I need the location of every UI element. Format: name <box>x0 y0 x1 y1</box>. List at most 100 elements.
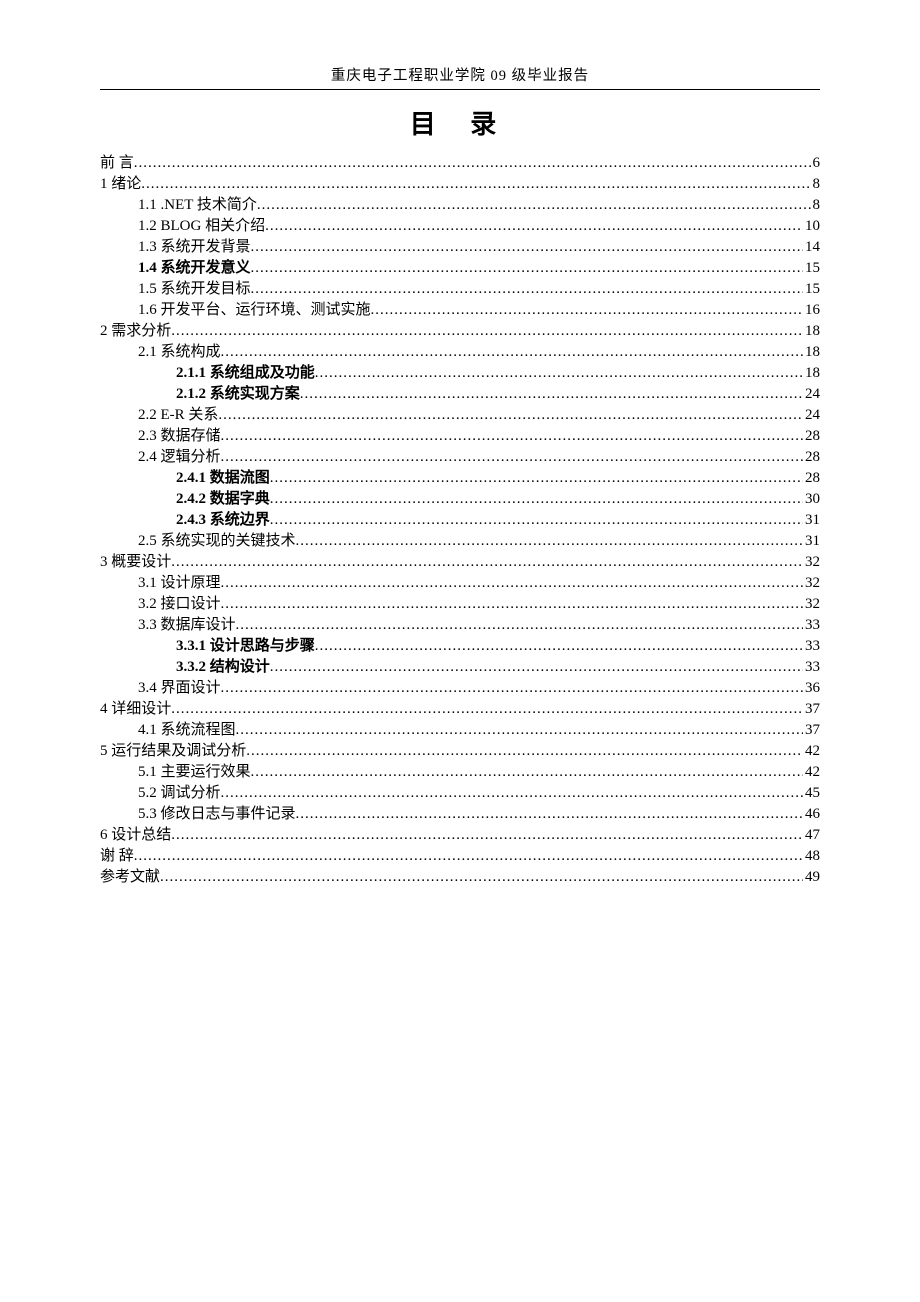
toc-entry-label: 参考文献 <box>100 867 160 888</box>
toc-entry-page: 48 <box>803 846 820 867</box>
toc-entry[interactable]: 2.4 逻辑分析28 <box>100 447 820 468</box>
toc-dots <box>300 384 803 405</box>
toc-entry-page: 42 <box>803 741 820 762</box>
toc-dots <box>221 447 803 468</box>
toc-dots <box>221 594 803 615</box>
toc-dots <box>251 258 803 279</box>
toc-dots <box>134 846 803 867</box>
toc-entry-label: 2.1.2 系统实现方案 <box>176 384 300 405</box>
toc-entry-label: 前 言 <box>100 153 134 174</box>
toc-entry[interactable]: 5 运行结果及调试分析 42 <box>100 741 820 762</box>
toc-entry-label: 6 设计总结 <box>100 825 171 846</box>
toc-entry-page: 49 <box>803 867 820 888</box>
toc-entry[interactable]: 5.3 修改日志与事件记录46 <box>100 804 820 825</box>
toc-entry-label: 1.3 系统开发背景 <box>138 237 251 258</box>
toc-dots <box>251 237 803 258</box>
toc-entry[interactable]: 2.1.2 系统实现方案 24 <box>100 384 820 405</box>
toc-entry-label: 3.3 数据库设计 <box>138 615 236 636</box>
toc-entry[interactable]: 参考文献 49 <box>100 867 820 888</box>
toc-dots <box>141 174 810 195</box>
toc-entry[interactable]: 3.2 接口设计32 <box>100 594 820 615</box>
toc-entry[interactable]: 2.5 系统实现的关键技术31 <box>100 531 820 552</box>
toc-entry-label: 1.4 系统开发意义 <box>138 258 251 279</box>
toc-dots <box>257 195 811 216</box>
toc-entry-page: 24 <box>803 384 820 405</box>
toc-entry[interactable]: 谢 辞 48 <box>100 846 820 867</box>
toc-entry-page: 30 <box>803 489 820 510</box>
toc-entry[interactable]: 1.4 系统开发意义15 <box>100 258 820 279</box>
toc-dots <box>270 510 803 531</box>
toc-entry-label: 3.4 界面设计 <box>138 678 221 699</box>
toc-entry[interactable]: 3.1 设计原理32 <box>100 573 820 594</box>
toc-entry[interactable]: 前 言 6 <box>100 153 820 174</box>
toc-entry[interactable]: 3.4 界面设计36 <box>100 678 820 699</box>
toc-entry[interactable]: 2.4.3 系统边界31 <box>100 510 820 531</box>
toc-entry[interactable]: 2.1 系统构成 18 <box>100 342 820 363</box>
toc-entry-label: 2.4.1 数据流图 <box>176 468 270 489</box>
toc-entry-page: 28 <box>803 447 820 468</box>
toc-entry[interactable]: 5.1 主要运行效果42 <box>100 762 820 783</box>
toc-entry-label: 3.1 设计原理 <box>138 573 221 594</box>
toc-entry[interactable]: 5.2 调试分析 45 <box>100 783 820 804</box>
toc-entry-label: 1.5 系统开发目标 <box>138 279 251 300</box>
toc-entry[interactable]: 1.3 系统开发背景14 <box>100 237 820 258</box>
toc-entry-page: 45 <box>803 783 820 804</box>
toc-entry-page: 18 <box>803 321 820 342</box>
toc-dots <box>265 216 803 237</box>
toc-entry-page: 37 <box>803 720 820 741</box>
toc-entry[interactable]: 1 绪论8 <box>100 174 820 195</box>
toc-entry[interactable]: 3.3 数据库设计 33 <box>100 615 820 636</box>
toc-entry-page: 16 <box>803 300 820 321</box>
toc-entry[interactable]: 3.3.1 设计思路与步骤33 <box>100 636 820 657</box>
toc-entry-label: 1 绪论 <box>100 174 141 195</box>
toc-entry-page: 10 <box>803 216 820 237</box>
toc-entry-label: 5 运行结果及调试分析 <box>100 741 246 762</box>
toc-entry-page: 32 <box>803 552 820 573</box>
toc-entry-label: 3.3.2 结构设计 <box>176 657 270 678</box>
toc-entry-label: 1.1 .NET 技术简介 <box>138 195 257 216</box>
toc-entry[interactable]: 2.2 E-R 关系24 <box>100 405 820 426</box>
toc-dots <box>315 363 803 384</box>
toc-entry-page: 18 <box>803 342 820 363</box>
toc-entry-page: 8 <box>811 195 821 216</box>
toc-dots <box>246 741 803 762</box>
toc-dots <box>221 678 803 699</box>
toc-dots <box>171 321 803 342</box>
toc-entry[interactable]: 4 详细设计37 <box>100 699 820 720</box>
toc-entry[interactable]: 3 概要设计32 <box>100 552 820 573</box>
toc-entry-page: 31 <box>803 531 820 552</box>
toc-entry[interactable]: 3.3.2 结构设计33 <box>100 657 820 678</box>
toc-entry[interactable]: 2.3 数据存储28 <box>100 426 820 447</box>
toc-entry[interactable]: 2.4.2 数据字典 30 <box>100 489 820 510</box>
toc-entry-page: 32 <box>803 594 820 615</box>
toc-dots <box>251 279 803 300</box>
toc-entry[interactable]: 2.4.1 数据流图28 <box>100 468 820 489</box>
toc-entry-page: 33 <box>803 615 820 636</box>
header-divider <box>100 89 820 90</box>
toc-entry-label: 5.2 调试分析 <box>138 783 221 804</box>
toc-entry-page: 6 <box>811 153 821 174</box>
toc-entry[interactable]: 2 需求分析 18 <box>100 321 820 342</box>
toc-entry-label: 1.6 开发平台、运行环境、测试实施 <box>138 300 371 321</box>
toc-dots <box>296 531 803 552</box>
toc-entry[interactable]: 1.2 BLOG 相关介绍10 <box>100 216 820 237</box>
toc-entry[interactable]: 2.1.1 系统组成及功能18 <box>100 363 820 384</box>
toc-entry-label: 2.4.2 数据字典 <box>176 489 270 510</box>
toc-entry[interactable]: 6 设计总结47 <box>100 825 820 846</box>
toc-entry[interactable]: 1.1 .NET 技术简介 8 <box>100 195 820 216</box>
toc-entry-page: 37 <box>803 699 820 720</box>
toc-entry-label: 2.1 系统构成 <box>138 342 221 363</box>
toc-entry-label: 5.3 修改日志与事件记录 <box>138 804 296 825</box>
toc-entry[interactable]: 1.6 开发平台、运行环境、测试实施 16 <box>100 300 820 321</box>
toc-entry-label: 谢 辞 <box>100 846 134 867</box>
toc-entry-label: 2 需求分析 <box>100 321 171 342</box>
toc-entry[interactable]: 1.5 系统开发目标15 <box>100 279 820 300</box>
toc-dots <box>270 468 803 489</box>
toc-entry-page: 28 <box>803 426 820 447</box>
toc-dots <box>221 426 803 447</box>
toc-dots <box>270 489 803 510</box>
toc-entry-page: 24 <box>803 405 820 426</box>
toc-dots <box>171 699 803 720</box>
toc-entry[interactable]: 4.1 系统流程图37 <box>100 720 820 741</box>
toc-dots <box>171 552 803 573</box>
